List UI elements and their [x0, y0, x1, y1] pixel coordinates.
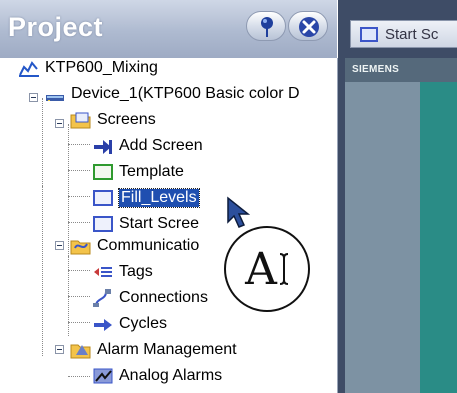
- cycles-icon: [92, 314, 114, 334]
- siemens-logo: SIEMENS: [352, 64, 400, 75]
- tree-item-label: Communicatio: [97, 237, 200, 254]
- tree-item-communication[interactable]: Communicatio: [70, 234, 199, 258]
- panel-title: Project: [8, 12, 104, 42]
- communication-folder-icon: [70, 236, 92, 256]
- template-icon: [92, 162, 114, 182]
- tree-item-label: Screens: [97, 111, 156, 128]
- tree-item-label: Add Screen: [119, 137, 203, 154]
- badge-letter: A: [245, 243, 277, 295]
- tags-icon: [92, 262, 114, 282]
- collapse-alarm-icon[interactable]: [55, 345, 64, 354]
- screens-folder-icon: [70, 110, 92, 130]
- collapse-device-icon[interactable]: [29, 93, 38, 102]
- connections-icon: [92, 288, 114, 308]
- tree-item-project-root[interactable]: KTP600_Mixing: [18, 56, 158, 80]
- tree-item-template[interactable]: Template: [92, 160, 184, 184]
- tree-item-connections[interactable]: Connections: [92, 286, 208, 310]
- screen-icon: [92, 214, 114, 234]
- tree-line: [68, 144, 90, 145]
- tree-item-label: KTP600_Mixing: [45, 59, 158, 76]
- tree-line: [68, 170, 90, 171]
- tree-item-label: Cycles: [119, 315, 168, 332]
- hmi-screen-display[interactable]: [420, 82, 457, 393]
- alarm-folder-icon: [70, 340, 92, 360]
- collapse-screens-icon[interactable]: [55, 119, 64, 128]
- tree-item-fill-levels[interactable]: Fill_Levels: [92, 186, 200, 210]
- tree-line: [68, 270, 90, 271]
- project-tree: KTP600_Mixing Device_1(KTP600 Basic colo…: [0, 58, 338, 393]
- hmi-device-bezel: [345, 82, 420, 393]
- device-icon: [44, 84, 66, 104]
- analog-alarms-icon: [92, 366, 114, 386]
- tree-item-label: Device_1(KTP600 Basic color D: [71, 85, 300, 102]
- collapse-communication-icon[interactable]: [55, 241, 64, 250]
- text-edit-badge: A: [224, 226, 310, 312]
- tree-item-analog-alarms[interactable]: Analog Alarms: [92, 364, 222, 388]
- tree-item-add-screen[interactable]: Add Screen: [92, 134, 203, 158]
- tree-item-alarm-management[interactable]: Alarm Management: [70, 338, 237, 362]
- tree-line: [68, 296, 90, 297]
- tree-item-label: Start Scree: [119, 215, 200, 232]
- tree-item-start-screen[interactable]: Start Scree: [92, 212, 199, 236]
- tree-line: [68, 196, 90, 197]
- text-cursor-icon: [279, 253, 288, 285]
- tree-line: [68, 222, 90, 223]
- tree-item-screens[interactable]: Screens: [70, 108, 156, 132]
- wincc-window: Start Sc SIEMENS Project KTP600_Mixing D…: [0, 0, 457, 393]
- tree-item-label: Connections: [119, 289, 208, 306]
- tree-line: [68, 376, 90, 377]
- pin-button[interactable]: [246, 11, 286, 41]
- project-panel-header: Project: [0, 0, 337, 59]
- tree-item-label: Tags: [119, 263, 153, 280]
- project-icon: [18, 58, 40, 78]
- tree-line: [68, 322, 90, 323]
- tree-item-label: Template: [119, 163, 184, 180]
- tree-line: [42, 98, 43, 186]
- add-screen-icon: [92, 136, 114, 156]
- tree-line: [42, 186, 43, 356]
- close-button[interactable]: [288, 11, 328, 41]
- rename-input[interactable]: Fill_Levels: [118, 188, 200, 208]
- pin-icon: [261, 17, 273, 37]
- tab-label: Start Sc: [385, 25, 439, 43]
- screen-icon: [360, 26, 378, 42]
- tree-item-label: Analog Alarms: [119, 367, 223, 384]
- tree-item-device[interactable]: Device_1(KTP600 Basic color D: [44, 82, 300, 106]
- tree-item-cycles[interactable]: Cycles: [92, 312, 167, 336]
- tree-item-tags[interactable]: Tags: [92, 260, 153, 284]
- close-icon: [299, 17, 319, 37]
- screen-icon: [92, 188, 114, 208]
- tree-item-label: Alarm Management: [97, 341, 237, 358]
- mouse-pointer-icon: [227, 196, 251, 228]
- tab-start-screen[interactable]: Start Sc: [350, 20, 457, 48]
